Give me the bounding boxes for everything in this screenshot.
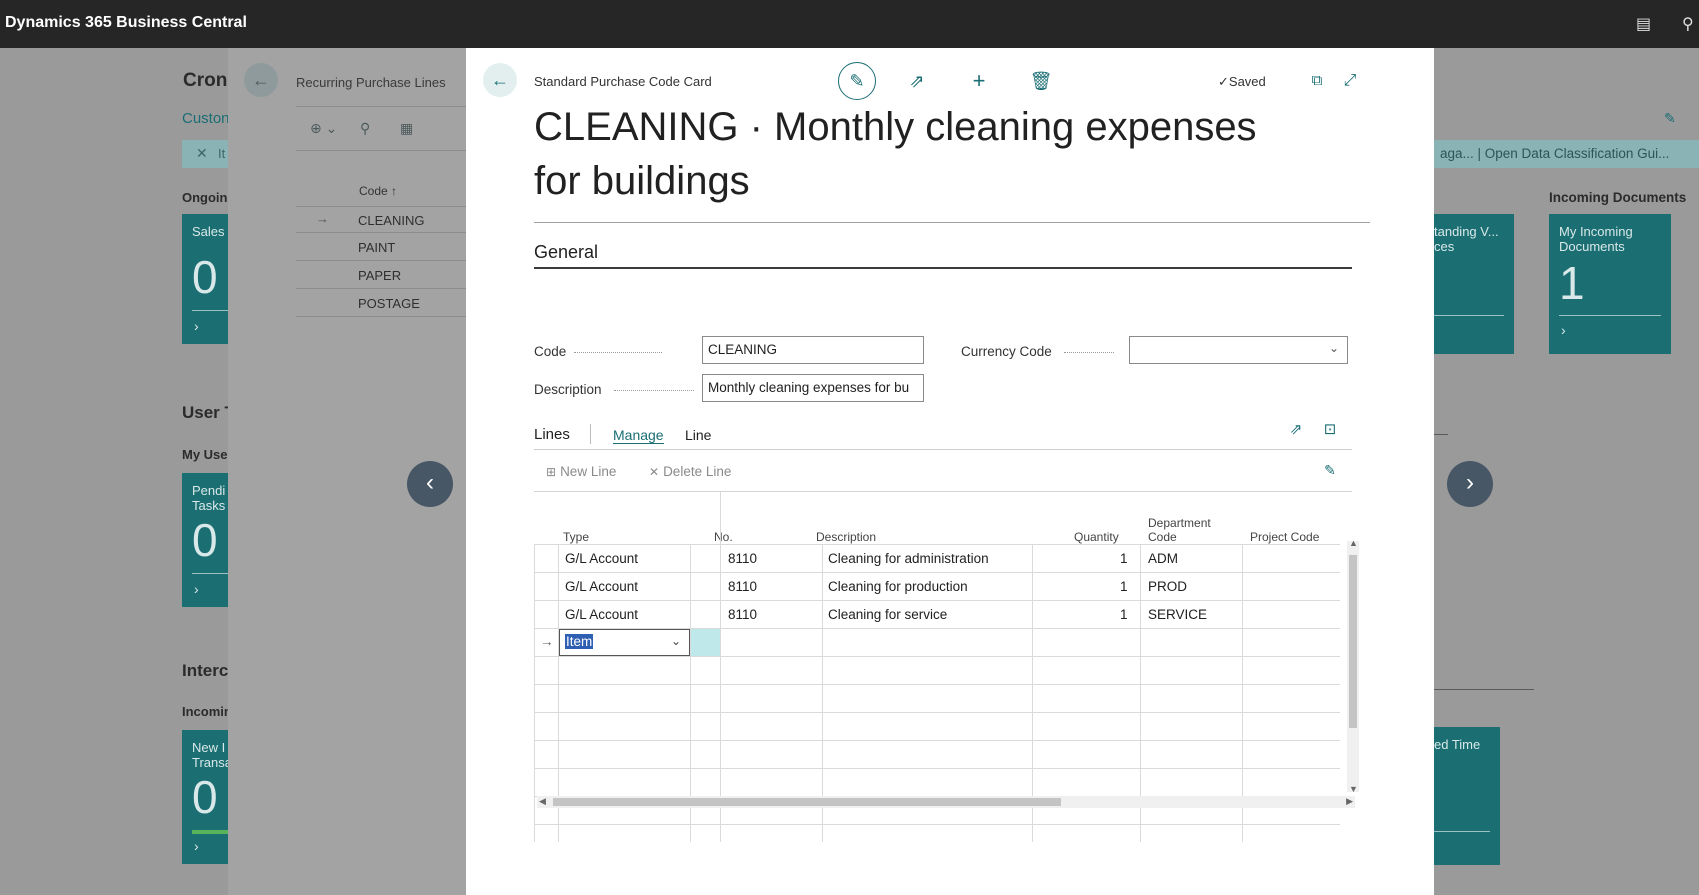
currency-code-label: Currency Code	[961, 344, 1052, 359]
close-icon[interactable]: ✕	[196, 145, 208, 162]
divider	[590, 424, 591, 444]
time-tile[interactable]: ed Time	[1434, 727, 1500, 865]
scroll-right-icon[interactable]: ▶	[1346, 796, 1353, 807]
general-fasttab-header[interactable]: General	[534, 242, 598, 263]
search-icon[interactable]: ⚲	[1682, 14, 1694, 34]
pin-icon[interactable]: ✎	[1664, 110, 1676, 127]
back-button[interactable]: ←	[483, 63, 517, 97]
code-label: Code	[534, 344, 567, 359]
standard-purchase-code-card: ← Standard Purchase Code Card ✎ ⇗ + 🗑 ✓S…	[466, 48, 1434, 895]
column-header-no[interactable]: No.	[714, 530, 733, 544]
new-transactions-tile[interactable]: New I Transa 0 ›	[182, 730, 232, 864]
column-header-project-code[interactable]: Project Code	[1250, 530, 1319, 544]
divider	[534, 267, 1352, 269]
pin-icon[interactable]: ✎	[1316, 456, 1344, 484]
description-label: Description	[534, 382, 602, 397]
intercompany-header: Interc	[182, 661, 229, 680]
column-header-department-code[interactable]: Department Code	[1148, 516, 1226, 544]
saved-status: ✓Saved	[1218, 74, 1266, 89]
app-title: Dynamics 365 Business Central	[5, 14, 247, 31]
delete-line-icon: ✕	[649, 465, 660, 479]
previous-record-button[interactable]: ‹	[407, 461, 453, 507]
column-header-description[interactable]: Description	[816, 530, 876, 544]
lines-grid: Type No. Description Quantity Department…	[534, 492, 1352, 842]
vertical-scrollbar[interactable]: ▲ ▼	[1347, 538, 1359, 794]
expand-icon[interactable]: ⤢	[1336, 67, 1364, 95]
current-row-arrow-icon: →	[540, 634, 554, 649]
outstanding-tile[interactable]: tanding V... ces	[1434, 214, 1514, 354]
scrollbar-thumb[interactable]	[1349, 555, 1357, 728]
delete-line-button[interactable]: ✕ Delete Line	[649, 464, 731, 479]
divider	[534, 449, 1352, 450]
chevron-right-icon: ›	[194, 318, 199, 334]
lines-title: Lines	[534, 426, 570, 443]
expand-icon[interactable]: ⊡	[1316, 416, 1344, 444]
layout-icon[interactable]: ▦	[400, 120, 413, 137]
currency-code-select[interactable]: ⌄	[1129, 336, 1348, 364]
next-record-button[interactable]: ›	[1447, 461, 1493, 507]
page-title: CLEANING · Monthly cleaning expenses for…	[534, 105, 1257, 203]
back-icon[interactable]: ←	[244, 63, 278, 97]
new-line-icon: ⊞	[546, 465, 557, 479]
description-field[interactable]: Monthly cleaning expenses for bu	[702, 374, 924, 402]
chevron-down-icon: ⌄	[670, 634, 681, 648]
chevron-right-icon: ›	[194, 838, 199, 854]
scroll-down-icon[interactable]: ▼	[1349, 784, 1358, 794]
app-bar: Dynamics 365 Business Central ▤ ⚲	[0, 0, 1699, 48]
ongoing-header: Ongoin	[182, 190, 228, 205]
column-header-quantity[interactable]: Quantity	[1074, 530, 1119, 544]
customer-link[interactable]: Custon	[182, 110, 230, 127]
filter-bar-left: ✕ It	[182, 140, 228, 168]
delete-icon[interactable]: 🗑	[1027, 67, 1055, 95]
scroll-left-icon[interactable]: ◀	[539, 796, 546, 807]
pending-tasks-tile[interactable]: Pendi Tasks 0 ›	[182, 473, 228, 607]
card-name: Standard Purchase Code Card	[534, 74, 712, 89]
tab-manage[interactable]: Manage	[613, 427, 664, 444]
incoming-documents-header: Incoming Documents	[1549, 190, 1687, 205]
edit-button[interactable]: ✎	[838, 62, 876, 100]
share-icon[interactable]: ⇗	[1282, 416, 1310, 444]
add-icon[interactable]: +	[965, 67, 993, 95]
type-select[interactable]: Item ⌄	[559, 629, 690, 656]
incoming-header: Incomin	[182, 704, 232, 719]
my-incoming-documents-tile[interactable]: My Incoming Documents 1 ›	[1549, 214, 1671, 354]
column-header-type[interactable]: Type	[563, 530, 589, 544]
chevron-right-icon: ›	[1561, 322, 1566, 338]
highlighted-cell	[691, 629, 720, 656]
user-tasks-header: User T	[182, 403, 235, 422]
chevron-down-icon: ⌄	[1328, 341, 1339, 355]
tab-line[interactable]: Line	[685, 427, 711, 443]
new-line-button[interactable]: ⊞ New Line	[546, 464, 616, 479]
page-title: Cron	[183, 70, 228, 91]
document-icon[interactable]: ▤	[1636, 14, 1651, 34]
scroll-up-icon[interactable]: ▲	[1349, 538, 1358, 548]
check-icon: ✓	[1218, 74, 1229, 89]
scrollbar-thumb[interactable]	[553, 798, 1061, 806]
arrow-right-icon: →	[316, 211, 329, 226]
filter-bar-right: aga... | Open Data Classification Gui...	[1434, 140, 1699, 168]
search-icon[interactable]: ⚲	[360, 120, 370, 137]
chevron-right-icon: ›	[194, 581, 199, 597]
divider	[534, 222, 1370, 223]
share-icon[interactable]: ⇗	[903, 67, 931, 95]
sales-tile[interactable]: Sales 0 ›	[182, 214, 228, 344]
column-header-code[interactable]: Code ↑	[359, 184, 397, 198]
filter-icon[interactable]: ⊕ ⌄	[310, 120, 337, 137]
my-user-header: My Use	[182, 447, 228, 462]
code-field[interactable]: CLEANING	[702, 336, 924, 364]
dialog-title: Recurring Purchase Lines	[296, 75, 446, 90]
open-new-window-icon[interactable]: ⧉	[1303, 67, 1331, 95]
horizontal-scrollbar[interactable]: ◀ ▶	[537, 796, 1355, 808]
